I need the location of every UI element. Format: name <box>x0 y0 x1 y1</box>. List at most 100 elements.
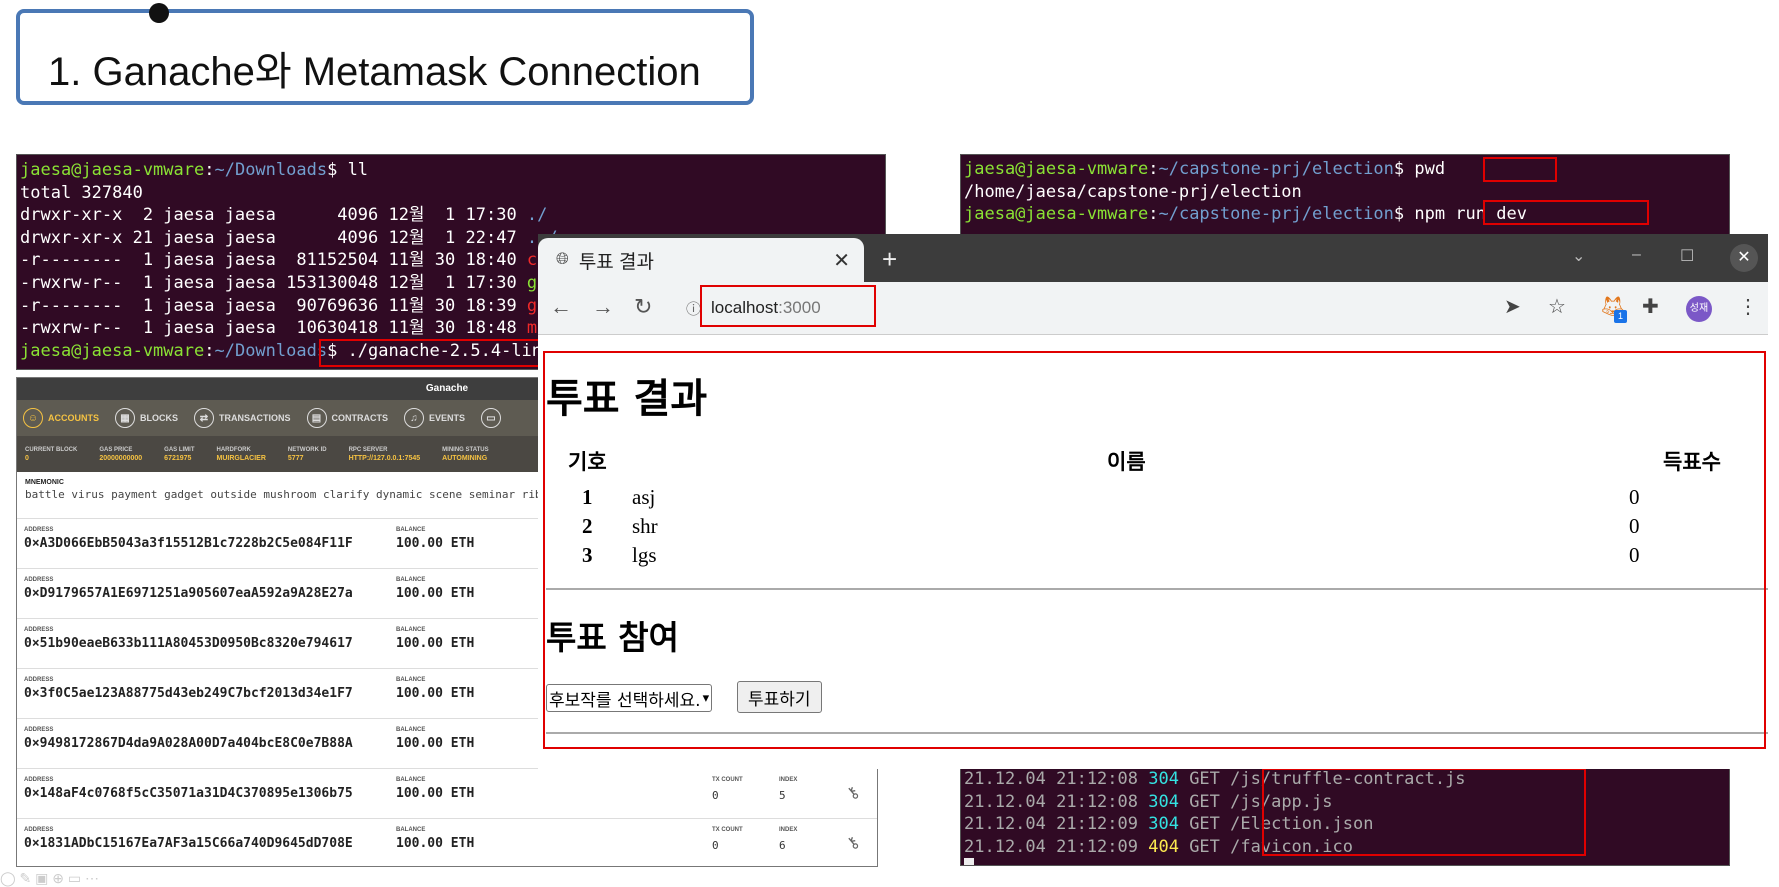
output-text: -rwxrw-r-- 1 jaesa jaesa 10630418 11월 30… <box>20 318 527 339</box>
minimize-icon[interactable]: – <box>1632 246 1641 264</box>
reload-icon[interactable]: ↻ <box>634 294 652 320</box>
key-icon[interactable]: ⚷ <box>842 782 864 805</box>
balance-label: BALANCE <box>396 577 426 583</box>
puzzle-icon[interactable]: ✚ <box>1642 294 1659 319</box>
account-index: 5 <box>779 789 786 802</box>
log-time: 21.12.04 21:12:09 <box>964 836 1149 857</box>
account-txcount: 0 <box>712 789 719 802</box>
stat-hardfork: HARDFORK MUIRGLACIER <box>216 446 266 462</box>
output-text: -rwxrw-r-- 1 jaesa jaesa 153130048 12월 1… <box>20 272 527 293</box>
person-icon: ☺ <box>23 408 43 428</box>
prompt-sep: : <box>204 160 215 180</box>
nav-events[interactable]: ♫ EVENTS <box>404 408 465 428</box>
tab-vote-result[interactable]: 🌐︎ 투표 결과 ✕ <box>538 238 864 282</box>
more-icon[interactable]: ⋮ <box>1738 294 1758 319</box>
nav-logs[interactable]: ▭ <box>481 408 502 428</box>
account-balance: 100.00 ETH <box>396 636 475 651</box>
nav-blocks[interactable]: ▦ BLOCKS <box>115 408 178 428</box>
tab-bar: 🌐︎ 투표 결과 ✕ + ⌄ – ☐ ✕ <box>538 234 1768 282</box>
account-address: 0×148aF4c0768f5cC35071a31D4C370895e1306b… <box>24 786 353 801</box>
address-label: ADDRESS <box>24 577 54 583</box>
tab-close-icon[interactable]: ✕ <box>833 248 850 273</box>
page-highlight <box>543 351 1766 749</box>
prompt-dollar: $ <box>327 160 338 180</box>
terminal-cursor <box>964 858 974 865</box>
stat-gas-limit: GAS LIMIT 6721975 <box>164 446 195 462</box>
command-text: pwd <box>1414 159 1446 179</box>
output-text: drwxr-xr-x 21 jaesa jaesa 4096 12월 1 22:… <box>20 227 527 248</box>
new-tab-button[interactable]: + <box>882 244 897 275</box>
account-balance: 100.00 ETH <box>396 686 475 701</box>
maximize-icon[interactable]: ☐ <box>1680 246 1694 266</box>
account-txcount: 0 <box>712 839 719 852</box>
log-time: 21.12.04 21:12:08 <box>964 769 1149 789</box>
tab-title: 투표 결과 <box>578 251 655 273</box>
tab-search-chevron-icon[interactable]: ⌄ <box>1572 246 1585 266</box>
prompt-dollar: $ <box>1393 204 1415 225</box>
prompt-user: jaesa@jaesa-vmware <box>964 159 1149 179</box>
account-address: 0×3f0C5ae123A88775d43eb249C7bcf2013d34e1… <box>24 686 353 701</box>
account-balance: 100.00 ETH <box>396 786 475 801</box>
slide-title-box: 1. Ganache와 Metamask Connection <box>16 3 754 105</box>
index-label: INDEX <box>779 777 798 783</box>
window-close-button[interactable]: ✕ <box>1730 244 1758 272</box>
globe-icon: 🌐︎ <box>556 251 569 268</box>
metamask-extension[interactable]: 🦊︎ 1 <box>1600 294 1627 323</box>
stat-current-block: CURRENT BLOCK 0 <box>25 446 78 462</box>
transfer-icon: ⇄ <box>194 408 214 428</box>
nav-contracts[interactable]: ▤ CONTRACTS <box>306 408 388 428</box>
prompt-path: ~/Downloads <box>214 340 328 361</box>
prompt-path: ~/capstone-prj/election <box>1158 159 1394 179</box>
balance-label: BALANCE <box>396 777 426 783</box>
stat-network-id: NETWORK ID 5777 <box>287 446 327 462</box>
stat-mining-status: MINING STATUS AUTOMINING <box>442 446 489 462</box>
stat-gas-price: GAS PRICE 20000000000 <box>99 446 143 462</box>
key-icon[interactable]: ⚷ <box>842 832 864 855</box>
txcount-label: TX COUNT <box>712 777 743 783</box>
nav-accounts[interactable]: ☺ ACCOUNTS <box>23 408 99 428</box>
balance-label: BALANCE <box>396 527 426 533</box>
stat-rpc-server: RPC SERVER HTTP://127.0.0.1:7545 <box>348 446 421 462</box>
info-icon[interactable]: ⓘ <box>686 298 701 319</box>
file-name: ./ <box>526 205 548 226</box>
prompt-path: ~/capstone-prj/election <box>1158 204 1394 225</box>
account-address: 0×51b90eaeB633b111A80453D0950Bc8320e7946… <box>24 636 353 651</box>
command-text: ll <box>337 160 369 180</box>
account-address: 0×D9179657A1E6971251a905607eaA592a9A28E2… <box>24 586 353 601</box>
balance-label: BALANCE <box>396 727 426 733</box>
account-row: ADDRESS 0×1831ADbC15167Ea7AF3a15C66a740D9… <box>17 819 877 866</box>
output-text: /home/jaesa/capstone-prj/election <box>964 181 1302 202</box>
terminal-line: jaesa@jaesa-vmware:~/Downloads$ ll <box>20 159 882 182</box>
txcount-label: TX COUNT <box>712 827 743 833</box>
url-highlight <box>700 285 876 327</box>
log-time: 21.12.04 21:12:09 <box>964 814 1149 835</box>
account-address: 0×1831ADbC15167Ea7AF3a15C66a740D9645dD70… <box>24 836 353 851</box>
terminal-election: jaesa@jaesa-vmware:~/capstone-prj/electi… <box>960 154 1730 238</box>
terminal-line: drwxr-xr-x 2 jaesa jaesa 4096 12월 1 17:3… <box>20 204 882 227</box>
balance-label: BALANCE <box>396 827 426 833</box>
prompt-path: ~/Downloads <box>214 160 328 180</box>
account-balance: 100.00 ETH <box>396 586 475 601</box>
account-row: ADDRESS 0×148aF4c0768f5cC35071a31D4C37089… <box>17 769 877 819</box>
balance-label: BALANCE <box>396 677 426 683</box>
address-label: ADDRESS <box>24 827 54 833</box>
ganache-command-highlight <box>319 339 549 367</box>
chrome-window: 🌐︎ 투표 결과 ✕ + ⌄ – ☐ ✕ ← → ↻ ⓘ localhost:3… <box>538 234 1768 769</box>
log-method: GET <box>1178 836 1231 857</box>
nav-transactions[interactable]: ⇄ TRANSACTIONS <box>194 408 291 428</box>
back-arrow-icon[interactable]: ← <box>550 294 572 320</box>
prompt-user: jaesa@jaesa-vmware <box>964 204 1149 225</box>
prompt-sep: : <box>204 340 215 361</box>
pwd-highlight <box>1483 157 1557 182</box>
send-icon[interactable]: ➤ <box>1504 294 1521 319</box>
log-status: 304 <box>1148 814 1179 835</box>
log-method: GET <box>1178 791 1231 812</box>
address-label: ADDRESS <box>24 777 54 783</box>
star-icon[interactable]: ☆ <box>1548 294 1566 319</box>
avatar[interactable]: 성재 <box>1686 296 1712 322</box>
prompt-user: jaesa@jaesa-vmware <box>20 340 205 361</box>
account-balance: 100.00 ETH <box>396 536 475 551</box>
log-paths-highlight <box>1262 768 1586 856</box>
prompt-sep: : <box>1148 204 1159 225</box>
forward-arrow-icon[interactable]: → <box>592 294 614 320</box>
